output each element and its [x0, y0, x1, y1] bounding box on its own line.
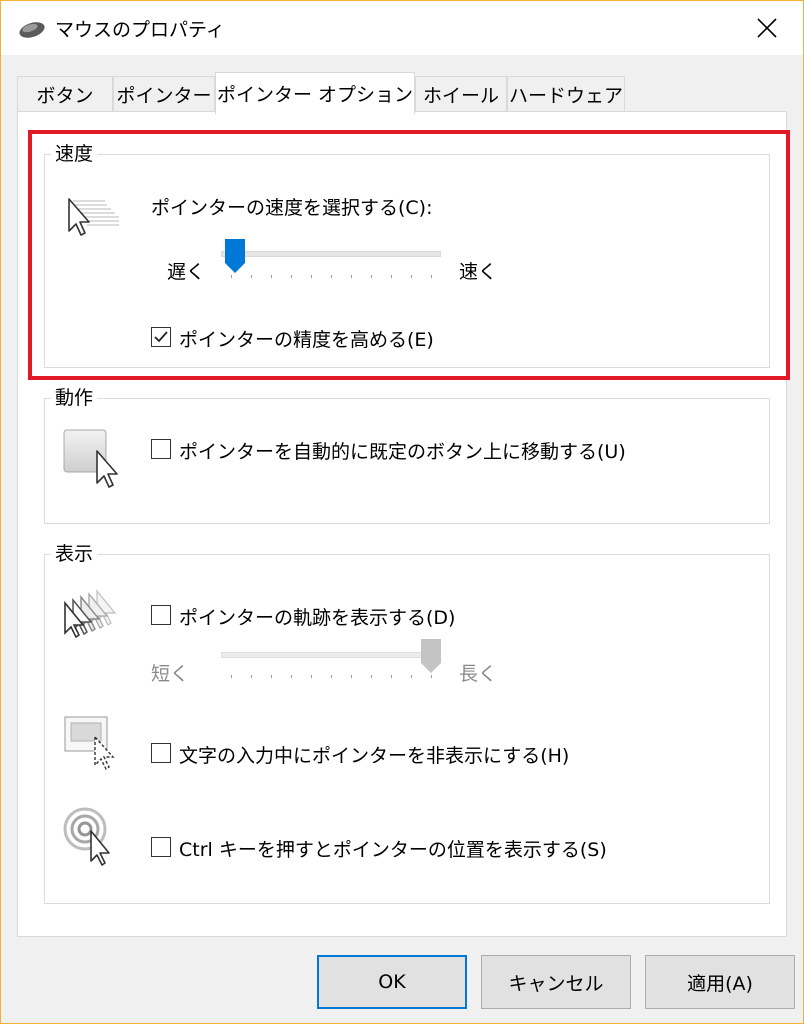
speed-slider-thumb[interactable]: [225, 239, 245, 277]
pointer-speed-icon: [65, 195, 125, 245]
motion-group-label: 動作: [51, 386, 98, 410]
tab-hardware[interactable]: ハードウェア: [507, 76, 625, 112]
slider-tick: [271, 675, 272, 678]
hide-while-typing-checkbox[interactable]: [151, 743, 171, 763]
slider-tick: [311, 675, 312, 678]
slider-tick: [251, 275, 252, 278]
pointer-trails-label: ポインターの軌跡を表示する(D): [179, 607, 456, 629]
close-icon: [757, 18, 777, 38]
tab-label: ボタン: [36, 85, 94, 107]
tab-pointers[interactable]: ポインター: [113, 76, 215, 112]
slider-tick: [231, 675, 232, 678]
show-location-ctrl-label: Ctrl キーを押すとポインターの位置を表示する(S): [179, 839, 607, 861]
apply-button-label: 適用(A): [687, 972, 753, 995]
speed-group: 速度 ポインターの速度を選択する(C): 遅く 速く ポインターの精度を高める(…: [44, 142, 770, 368]
tab-label: ポインター: [116, 85, 212, 107]
slider-tick: [371, 675, 372, 678]
ok-button-label: OK: [378, 971, 406, 993]
display-group-label: 表示: [51, 542, 98, 566]
trails-short-label: 短く: [151, 663, 190, 685]
slider-tick: [431, 275, 432, 278]
trails-long-label: 長く: [459, 663, 498, 685]
slider-tick: [351, 675, 352, 678]
show-location-ctrl-checkbox[interactable]: [151, 837, 171, 857]
slider-tick: [331, 275, 332, 278]
slider-tick: [291, 275, 292, 278]
slider-tick: [371, 275, 372, 278]
speed-slider-track[interactable]: [221, 251, 441, 257]
motion-group: 動作 ポインターを自動的に既定のボタン上に移動する(U): [44, 386, 770, 524]
slider-tick: [271, 275, 272, 278]
close-button[interactable]: [731, 1, 803, 55]
tab-wheel[interactable]: ホイール: [415, 76, 507, 112]
slider-tick: [331, 675, 332, 678]
title-bar: マウスのプロパティ: [1, 1, 803, 55]
snap-to-default-label: ポインターを自動的に既定のボタン上に移動する(U): [179, 441, 626, 463]
slider-tick: [391, 275, 392, 278]
tab-label: ポインター オプション: [216, 84, 414, 106]
tab-pointer-options[interactable]: ポインター オプション: [215, 72, 415, 114]
speed-fast-label: 速く: [459, 261, 498, 283]
dialog-client: ボタン ポインター ポインター オプション ホイール ハードウェア 速度 ポイン…: [1, 55, 803, 1023]
show-location-icon: [61, 807, 123, 871]
speed-group-label: 速度: [51, 142, 98, 166]
speed-select-label: ポインターの速度を選択する(C):: [151, 197, 433, 219]
slider-tick: [251, 675, 252, 678]
hide-while-typing-icon: [63, 715, 123, 775]
precision-checkbox[interactable]: [151, 327, 171, 347]
slider-tick: [291, 675, 292, 678]
hide-while-typing-label: 文字の入力中にポインターを非表示にする(H): [179, 745, 570, 767]
precision-label: ポインターの精度を高める(E): [179, 329, 434, 351]
pointer-trails-checkbox[interactable]: [151, 605, 171, 625]
snap-to-button-icon: [63, 429, 125, 493]
tab-buttons[interactable]: ボタン: [17, 76, 113, 112]
ok-button[interactable]: OK: [317, 955, 467, 1009]
apply-button[interactable]: 適用(A): [645, 955, 795, 1009]
tab-label: ホイール: [422, 85, 499, 107]
tab-strip: ボタン ポインター ポインター オプション ホイール ハードウェア: [17, 72, 787, 114]
tab-panel: 速度 ポインターの速度を選択する(C): 遅く 速く ポインターの精度を高める(…: [17, 111, 787, 937]
snap-to-default-checkbox[interactable]: [151, 439, 171, 459]
trails-slider-thumb[interactable]: [421, 639, 441, 677]
trails-slider-track[interactable]: [221, 652, 441, 658]
cancel-button[interactable]: キャンセル: [481, 955, 631, 1009]
window-title: マウスのプロパティ: [55, 19, 225, 41]
cancel-button-label: キャンセル: [508, 972, 604, 995]
tab-label: ハードウェア: [508, 85, 623, 107]
speed-slow-label: 遅く: [167, 261, 206, 283]
slider-tick: [411, 675, 412, 678]
slider-tick: [351, 275, 352, 278]
mouse-icon: [17, 18, 47, 40]
pointer-trails-icon: [61, 589, 125, 643]
slider-tick: [411, 275, 412, 278]
slider-tick: [311, 275, 312, 278]
slider-tick: [391, 675, 392, 678]
display-group: 表示 ポインターの軌跡を表示する(D) 短く 長く 文字の入力中にポインターを非…: [44, 542, 770, 904]
